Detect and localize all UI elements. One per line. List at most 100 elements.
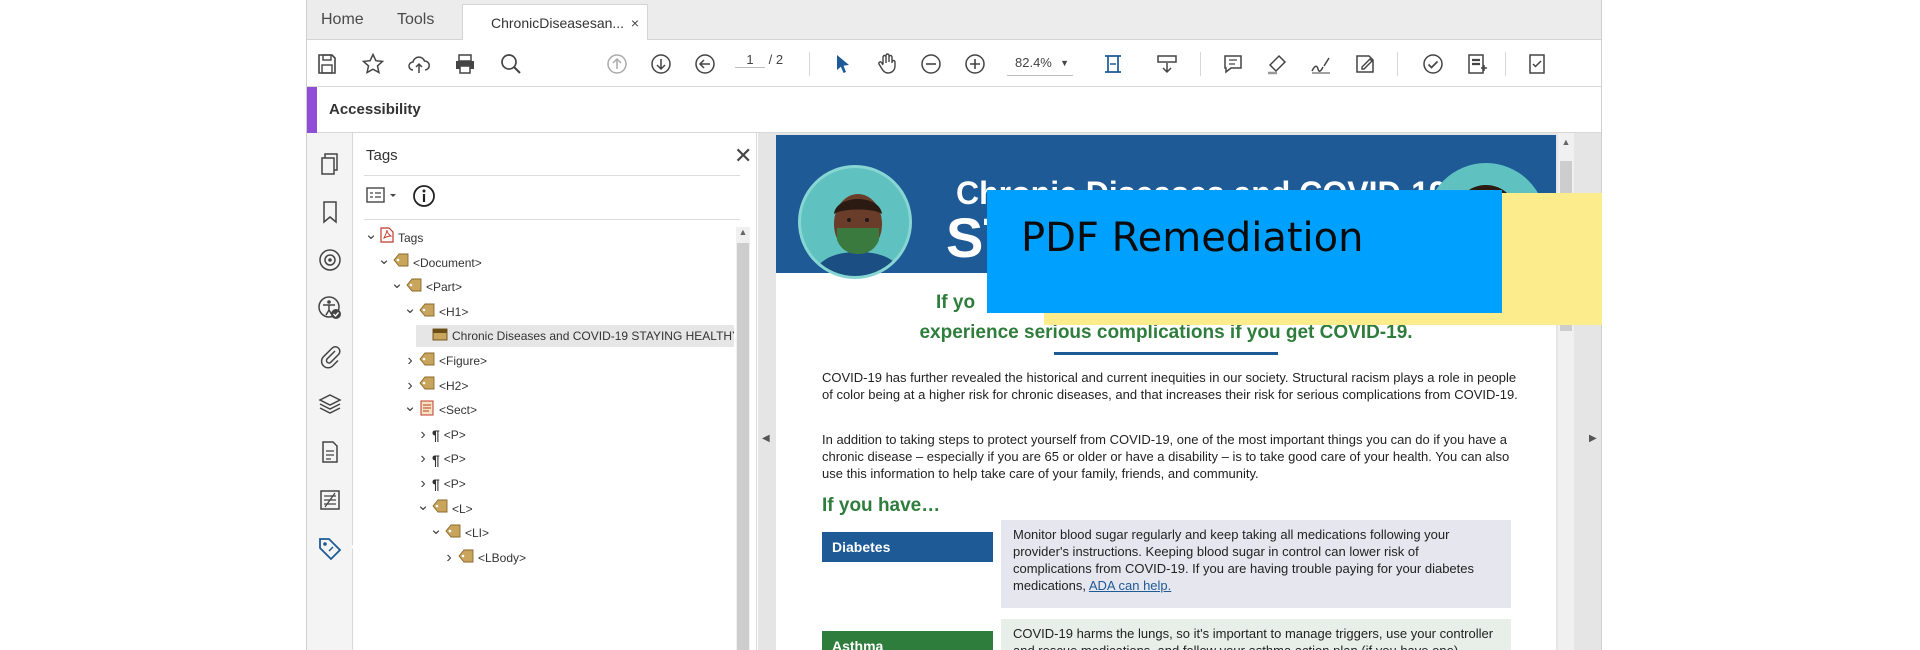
chevron-down-icon[interactable]: ⌄ bbox=[403, 396, 417, 418]
chevron-right-icon[interactable]: › bbox=[416, 424, 430, 446]
pages-icon[interactable] bbox=[317, 151, 343, 177]
intro-paragraph-2: In addition to taking steps to protect y… bbox=[822, 432, 1510, 481]
main-toolbar: 1 / 2 82.4% ▼ bbox=[307, 40, 1601, 87]
tag-tree-item[interactable]: › ¶ <P> bbox=[416, 424, 466, 446]
tag-tree-item[interactable]: Chronic Diseases and COVID-19 STAYING HE… bbox=[416, 325, 734, 348]
tag-tree-label: <L> bbox=[452, 501, 473, 516]
zoom-in-icon[interactable] bbox=[961, 50, 989, 78]
tag-tree-item[interactable]: ⌄ Tags bbox=[364, 227, 424, 249]
toolbar-divider bbox=[809, 52, 810, 76]
chevron-right-icon[interactable]: › bbox=[416, 448, 430, 470]
tag-tree-item[interactable]: › <H2> bbox=[403, 375, 468, 397]
redact-icon[interactable] bbox=[1463, 50, 1491, 78]
chevron-right-icon[interactable]: › bbox=[403, 375, 417, 397]
tag-tree-item[interactable]: ⌄ <LI> bbox=[429, 519, 490, 545]
tag-tree-label: <P> bbox=[443, 452, 466, 467]
bookmark-star-icon[interactable] bbox=[359, 50, 387, 78]
content-icon[interactable] bbox=[317, 439, 343, 465]
toolbar-divider bbox=[1200, 52, 1201, 76]
tag-tree-item[interactable]: ⌄ <Document> bbox=[377, 249, 482, 274]
select-arrow-icon[interactable] bbox=[829, 50, 857, 78]
close-panel-icon[interactable]: ✕ bbox=[734, 143, 752, 169]
tag-tree-item[interactable]: ⌄ <Part> bbox=[390, 273, 463, 299]
form-icon[interactable] bbox=[1523, 50, 1551, 78]
tag-tree-item[interactable]: ⌄ <Sect> bbox=[403, 396, 477, 421]
chevron-down-icon[interactable]: ⌄ bbox=[377, 249, 391, 271]
options-menu-icon[interactable] bbox=[366, 185, 400, 212]
highlight-icon[interactable] bbox=[1263, 50, 1291, 78]
tag-tree-item[interactable]: ⌄ <H1> bbox=[403, 298, 469, 323]
condition-label-diabetes: Diabetes bbox=[822, 532, 993, 562]
collapse-right-icon[interactable]: ▶ bbox=[1589, 433, 1597, 444]
bookmark-icon[interactable] bbox=[317, 199, 343, 225]
tag-tree-label: <H1> bbox=[439, 304, 469, 319]
tag-tree-label: <Document> bbox=[413, 255, 482, 270]
chevron-down-icon[interactable]: ⌄ bbox=[403, 298, 417, 320]
tag-tree-item[interactable]: › ¶ <P> bbox=[416, 448, 466, 470]
fill-sign-icon[interactable] bbox=[1351, 50, 1379, 78]
scroll-up-icon[interactable]: ▲ bbox=[1558, 137, 1574, 147]
accessibility-check-icon[interactable] bbox=[317, 295, 343, 321]
chevron-down-icon[interactable]: ⌄ bbox=[429, 519, 443, 541]
close-tab-icon[interactable]: × bbox=[631, 5, 639, 41]
page-number-input[interactable]: 1 bbox=[735, 52, 765, 68]
tag-tree-label: <Part> bbox=[426, 280, 463, 295]
tag-tree-item[interactable]: › <Figure> bbox=[403, 350, 487, 372]
zoom-select[interactable]: 82.4% ▼ bbox=[1007, 52, 1073, 76]
collapse-left-icon[interactable]: ◀ bbox=[762, 433, 770, 444]
tab-document[interactable]: ChronicDiseasesan... × bbox=[462, 4, 648, 41]
subhead-line-1: If yo bbox=[936, 292, 976, 313]
chevron-right-icon[interactable]: › bbox=[416, 473, 430, 495]
page-down-icon[interactable] bbox=[647, 50, 675, 78]
sign-icon[interactable] bbox=[1307, 50, 1335, 78]
ada-link[interactable]: ADA can help. bbox=[1089, 578, 1171, 593]
condition-box-diabetes: Monitor blood sugar regularly and keep t… bbox=[1001, 520, 1511, 608]
search-zoom-icon[interactable] bbox=[497, 50, 525, 78]
paragraph-icon: ¶ bbox=[432, 427, 440, 444]
tab-home[interactable]: Home bbox=[321, 0, 364, 40]
print-icon[interactable] bbox=[451, 50, 479, 78]
previous-view-icon[interactable] bbox=[691, 50, 719, 78]
tag-icon bbox=[406, 277, 422, 299]
scroll-up-icon[interactable]: ▲ bbox=[736, 227, 750, 237]
toolbar-divider bbox=[1397, 52, 1398, 76]
chevron-down-icon[interactable]: ⌄ bbox=[416, 495, 430, 517]
tag-tree-item[interactable]: › <LBody> bbox=[442, 547, 526, 569]
page-up-icon[interactable] bbox=[603, 50, 631, 78]
tag-tree-label: Chronic Diseases and COVID-19 STAYING HE… bbox=[452, 329, 734, 344]
chevron-down-icon[interactable]: ⌄ bbox=[364, 227, 378, 246]
panel-divider bbox=[364, 175, 740, 176]
chevron-right-icon[interactable]: › bbox=[403, 350, 417, 372]
tags-scrollbar[interactable]: ▲ bbox=[736, 227, 750, 650]
comment-icon[interactable] bbox=[1219, 50, 1247, 78]
target-icon[interactable] bbox=[317, 247, 343, 273]
tag-icon bbox=[445, 523, 461, 545]
heading-rule bbox=[1054, 352, 1278, 355]
hand-icon[interactable] bbox=[873, 50, 901, 78]
layers-icon[interactable] bbox=[317, 391, 343, 417]
order-icon[interactable] bbox=[317, 487, 343, 513]
attachment-icon[interactable] bbox=[317, 343, 343, 369]
chevron-right-icon[interactable]: › bbox=[442, 547, 456, 569]
check-icon[interactable] bbox=[1419, 50, 1447, 78]
promo-text: PDF Remediation bbox=[1021, 215, 1364, 261]
tag-tree-item[interactable]: › ¶ <P> bbox=[416, 473, 466, 495]
tag-tree-label: <LI> bbox=[465, 526, 490, 541]
tag-tree-label: <P> bbox=[443, 477, 466, 491]
zoom-out-icon[interactable] bbox=[917, 50, 945, 78]
upload-cloud-icon[interactable] bbox=[405, 50, 433, 78]
tag-tree-item[interactable]: ⌄ <L> bbox=[416, 495, 473, 520]
accessibility-title: Accessibility bbox=[329, 101, 421, 118]
tags-icon[interactable] bbox=[317, 535, 343, 561]
fit-page-icon[interactable] bbox=[1099, 50, 1127, 78]
person-illustration bbox=[798, 165, 912, 279]
scrollbar-thumb[interactable] bbox=[737, 243, 749, 650]
scroll-mode-icon[interactable] bbox=[1153, 50, 1181, 78]
condition-text: Monitor blood sugar regularly and keep t… bbox=[1013, 527, 1475, 593]
chevron-down-icon[interactable]: ⌄ bbox=[390, 273, 404, 295]
save-icon[interactable] bbox=[313, 50, 341, 78]
panel-divider bbox=[364, 219, 740, 220]
tab-bar: Home Tools ChronicDiseasesan... × bbox=[307, 0, 1601, 41]
info-icon[interactable] bbox=[412, 184, 436, 213]
tab-tools[interactable]: Tools bbox=[397, 0, 434, 40]
